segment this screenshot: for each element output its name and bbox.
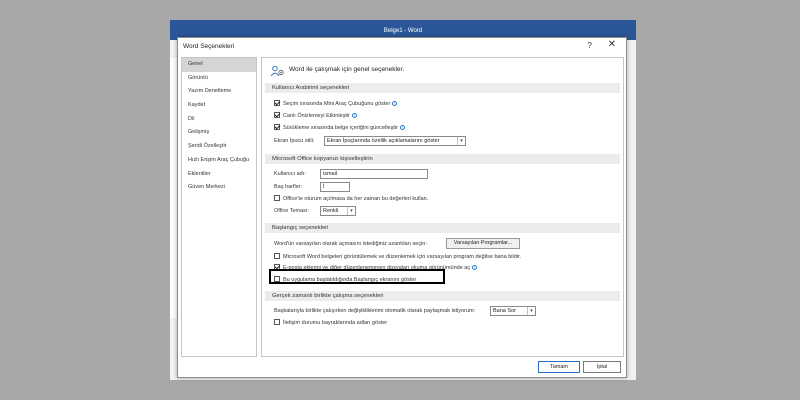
nav-item-eklentiler[interactable]: Eklentiler [182,168,256,182]
tooltip-style-label: Ekran İpucu stili: [274,138,315,144]
close-button[interactable]: ✕ [608,39,616,50]
intro-text: Word ile çalışmak için genel seçenekler. [289,66,405,73]
help-button[interactable]: ? [588,41,592,50]
nav-item-hizli-erisim[interactable]: Hızlı Erişim Araç Çubuğu [182,154,256,168]
info-icon: i [399,125,405,130]
section-startup: Başlangıç seçenekleri [265,223,620,233]
default-programs-button[interactable]: Varsayılan Programlar... [446,238,520,249]
username-input[interactable]: ismail [320,169,428,179]
default-programs-label: Word'ün varsayılan olarak açmasını isted… [274,241,427,247]
info-icon: i [472,265,478,270]
nav-item-guven-merkezi[interactable]: Güven Merkezi [182,181,256,195]
option-mini-toolbar[interactable]: Seçim sırasında Mini Araç Çubuğunu göste… [274,99,398,109]
options-content: Word ile çalışmak için genel seçenekler.… [261,57,624,357]
tooltip-style-select[interactable]: Ekran İpuçlarında özellik açıklamalarını… [324,136,466,146]
cancel-button[interactable]: İptal [583,361,621,373]
nav-item-gelismis[interactable]: Gelişmiş [182,126,256,140]
checkbox-show-names[interactable] [274,319,280,325]
annotation-highlight-box [269,269,445,284]
info-icon: i [351,113,357,118]
share-changes-select[interactable]: Bana Sor ▾ [490,306,536,316]
nav-item-seridi-ozellestir[interactable]: Şeridi Özelleştir [182,140,256,154]
initials-input[interactable]: İ [320,182,350,192]
options-nav: Genel Görüntü Yazım Denetleme Kaydet Dil… [181,57,257,357]
word-document-edge [170,58,177,318]
word-options-dialog: Word Seçenekleri ? ✕ Genel Görüntü Yazım… [177,37,627,378]
nav-item-dil[interactable]: Dil [182,113,256,127]
office-theme-select[interactable]: Renkli ▾ [320,206,356,216]
chevron-down-icon: ▾ [457,137,465,145]
info-icon: i [392,101,398,106]
nav-item-goruntu[interactable]: Görüntü [182,72,256,86]
option-show-names[interactable]: İletişim durumu bayraklarında adları gös… [274,318,387,328]
option-update-on-drag[interactable]: Sürükleme sırasında belge içeriğini günc… [274,123,405,133]
option-live-preview[interactable]: Canlı Önizlemeyi Etkinleştir i [274,111,357,121]
username-label: Kullanıcı adı: [274,171,306,177]
chevron-down-icon: ▾ [527,307,535,315]
option-notify-default[interactable]: Microsoft Word belgeleri görüntülemek ve… [274,252,521,262]
checkbox-live-preview[interactable] [274,112,280,118]
nav-item-kaydet[interactable]: Kaydet [182,99,256,113]
section-personalize: Microsoft Office kopyanızı kişiselleştir… [265,154,620,164]
section-ui-options: Kullanıcı Arabirimi seçenekleri [265,83,620,93]
nav-item-genel[interactable]: Genel [182,58,256,72]
nav-item-yazim-denetleme[interactable]: Yazım Denetleme [182,85,256,99]
office-theme-label: Office Teması: [274,208,309,214]
checkbox-mini-toolbar[interactable] [274,100,280,106]
ok-button[interactable]: Tamam [538,361,580,373]
dialog-title: Word Seçenekleri [183,43,235,50]
initials-label: Baş harfler: [274,184,303,190]
checkbox-notify-default[interactable] [274,253,280,259]
intro-header: Word ile çalışmak için genel seçenekler. [270,64,570,78]
checkbox-always-use-values[interactable] [274,195,280,201]
chevron-down-icon: ▾ [347,207,355,215]
section-realtime: Gerçek zamanlı birlikte çalışma seçenekl… [265,291,620,301]
settings-people-icon [270,65,285,80]
checkbox-update-on-drag[interactable] [274,124,280,130]
option-always-use-values[interactable]: Office'te oturum açılmasa da her zaman b… [274,194,428,204]
share-changes-label: Başkalarıyla birlikte çalışırken değişik… [274,308,476,314]
